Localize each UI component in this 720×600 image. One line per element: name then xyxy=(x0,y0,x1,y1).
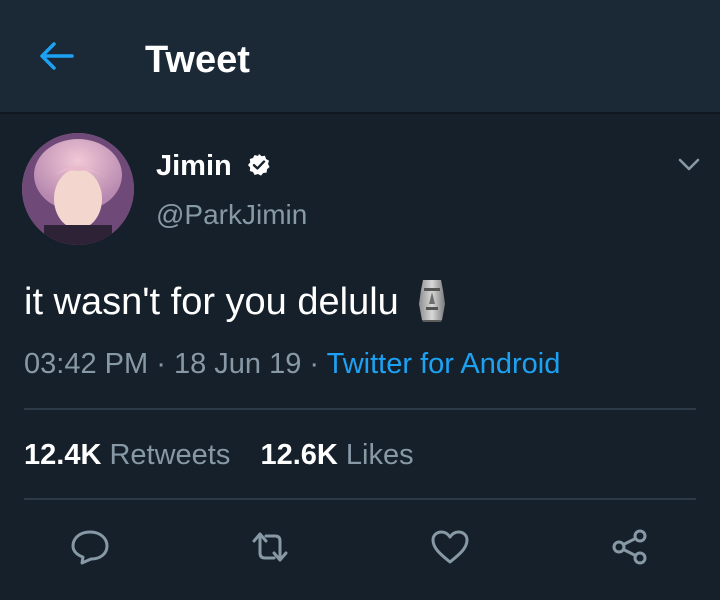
verified-badge-icon xyxy=(248,154,270,176)
like-button[interactable] xyxy=(428,527,472,567)
reply-button[interactable] xyxy=(68,527,112,567)
share-button[interactable] xyxy=(608,527,652,567)
arrow-left-icon xyxy=(40,42,74,70)
tweet-detail-screen: Tweet Jimin @ParkJimin it wasn't for you… xyxy=(0,0,720,600)
avatar[interactable] xyxy=(22,133,134,245)
page-title: Tweet xyxy=(145,39,250,81)
share-icon xyxy=(612,529,647,565)
divider xyxy=(24,408,696,410)
divider xyxy=(24,498,696,500)
likes-stat[interactable]: 12.6K Likes xyxy=(260,437,413,473)
app-header: Tweet xyxy=(0,0,720,114)
tweet-text-content: it wasn't for you delulu xyxy=(24,281,399,323)
heart-icon xyxy=(431,530,469,564)
retweets-label: Retweets xyxy=(109,439,231,471)
retweets-count: 12.4K xyxy=(24,439,102,471)
chevron-down-icon[interactable] xyxy=(674,150,704,180)
retweet-button[interactable] xyxy=(248,527,292,567)
tweet-meta: 03:42 PM · 18 Jun 19 · Twitter for Andro… xyxy=(24,346,560,382)
back-button[interactable] xyxy=(34,36,78,76)
author-handle[interactable]: @ParkJimin xyxy=(156,197,307,233)
likes-label: Likes xyxy=(345,439,414,471)
reply-icon xyxy=(71,530,109,565)
retweet-icon xyxy=(252,532,288,562)
meta-separator: · xyxy=(156,348,166,380)
author-display-name[interactable]: Jimin xyxy=(156,148,232,184)
meta-separator: · xyxy=(309,348,320,380)
tweet-time: 03:42 PM xyxy=(24,348,149,380)
avatar-image xyxy=(22,133,134,245)
likes-count: 12.6K xyxy=(260,439,338,471)
tweet-source-link[interactable]: Twitter for Android xyxy=(327,348,561,380)
tweet-date: 18 Jun 19 xyxy=(173,348,302,380)
retweets-stat[interactable]: 12.4K Retweets xyxy=(24,437,230,473)
tweet-text: it wasn't for you delulu xyxy=(24,278,449,326)
tweet-stats: 12.4K Retweets 12.6K Likes xyxy=(24,437,414,473)
moai-icon xyxy=(418,279,445,322)
